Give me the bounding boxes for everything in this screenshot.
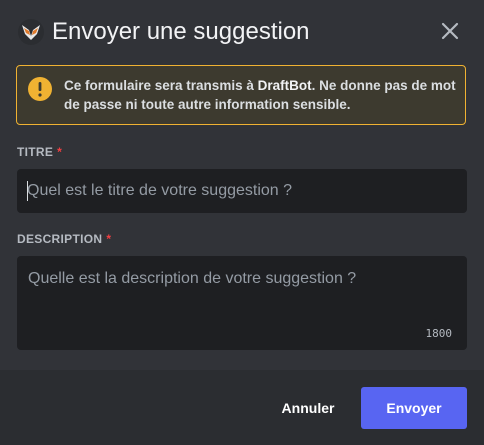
character-counter: 1800 [425,327,453,340]
modal-title: Envoyer une suggestion [52,18,310,45]
notice-text-before: Ce formulaire sera transmis à [64,78,258,93]
notice-app-name: DraftBot [257,78,312,93]
description-textarea[interactable]: Quelle est la description de votre sugge… [17,256,467,350]
title-label-text: TITRE [17,145,54,159]
description-field-label: DESCRIPTION * [17,232,111,246]
notice-text: Ce formulaire sera transmis à DraftBot. … [64,76,459,114]
modal-header: Envoyer une suggestion [0,0,484,64]
title-input[interactable]: Quel est le titre de votre suggestion ? [17,169,467,213]
cancel-button[interactable]: Annuler [276,388,340,428]
warning-icon [27,76,53,102]
title-input-placeholder: Quel est le titre de votre suggestion ? [27,182,293,199]
suggestion-modal: Envoyer une suggestion Ce formulaire ser… [0,0,484,445]
submit-button[interactable]: Envoyer [361,387,467,429]
required-asterisk: * [106,232,112,246]
draftbot-fox-icon [18,19,44,45]
modal-footer: Annuler Envoyer [0,370,484,445]
description-label-text: DESCRIPTION [17,232,103,246]
close-icon[interactable] [438,19,462,43]
required-asterisk: * [57,145,63,159]
warning-notice: Ce formulaire sera transmis à DraftBot. … [16,65,466,125]
description-placeholder: Quelle est la description de votre sugge… [28,270,357,287]
text-caret [27,181,28,201]
title-field-label: TITRE * [17,145,62,159]
